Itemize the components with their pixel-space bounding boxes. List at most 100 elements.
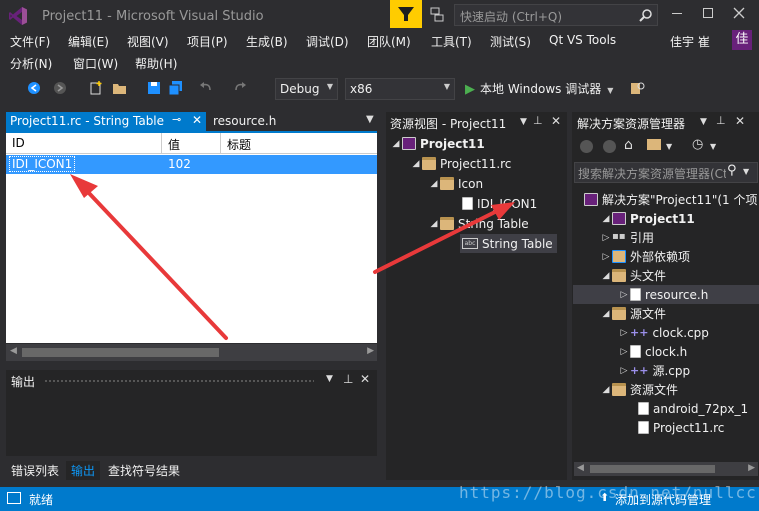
menu-test[interactable]: 测试(S) (490, 33, 531, 50)
expanded-icon[interactable]: ◢ (428, 219, 440, 229)
new-project-icon[interactable] (88, 80, 104, 96)
tab-string-table[interactable]: Project11.rc - String Table ⊸ ✕ (6, 112, 206, 131)
menu-qt-tools[interactable]: Qt VS Tools (549, 33, 616, 47)
quick-launch-input[interactable]: 快速启动 (Ctrl+Q) (454, 4, 658, 26)
expanded-icon[interactable]: ◢ (390, 139, 402, 149)
collapsed-icon[interactable]: ▷ (600, 252, 612, 262)
save-icon[interactable] (146, 80, 162, 96)
scroll-left-icon[interactable]: ◀ (577, 463, 584, 473)
collapsed-icon[interactable]: ▷ (600, 233, 612, 243)
source-control-icon[interactable]: ⬆ (600, 491, 609, 504)
cell-id[interactable]: IDI_ICON1 (9, 156, 76, 172)
se-item-solution[interactable]: 解决方案"Project11"(1 个项 (584, 190, 758, 209)
se-dropdown-icon[interactable]: ▼ (700, 117, 707, 127)
menu-help[interactable]: 帮助(H) (135, 55, 177, 72)
scroll-thumb[interactable] (22, 348, 219, 357)
horizontal-scrollbar[interactable]: ◀ ▶ (6, 344, 377, 361)
home-icon[interactable]: ⌂ (624, 137, 633, 153)
chevron-down-icon[interactable]: ▼ (743, 167, 749, 176)
find-icon[interactable] (630, 80, 646, 96)
rv-item-string-table[interactable]: abc String Table (460, 234, 557, 253)
maximize-button[interactable] (703, 8, 713, 18)
column-header-value[interactable]: 值 (162, 133, 221, 154)
se-item-references[interactable]: ▷ ▪▪ 引用 (600, 228, 654, 247)
expanded-icon[interactable]: ◢ (600, 271, 612, 281)
se-item-header-files[interactable]: ◢ 头文件 (600, 266, 666, 285)
tab-resource-h[interactable]: resource.h (213, 114, 276, 128)
se-item-source-files[interactable]: ◢ 源文件 (600, 304, 666, 323)
rv-item-idi-icon1[interactable]: IDI_ICON1 (462, 194, 537, 213)
rv-item-icon-folder[interactable]: ◢ Icon (428, 174, 484, 193)
expanded-icon[interactable]: ◢ (410, 159, 422, 169)
se-close-icon[interactable]: ✕ (735, 114, 745, 128)
close-window-button[interactable] (732, 6, 746, 20)
expanded-icon[interactable]: ◢ (600, 309, 612, 319)
pin-icon[interactable]: ⊸ (172, 113, 181, 126)
bottom-tab-output[interactable]: 输出 (66, 461, 101, 480)
se-horizontal-scrollbar[interactable]: ◀ ▶ (574, 462, 758, 476)
output-pin-icon[interactable]: ⊥ (343, 372, 353, 386)
open-file-icon[interactable] (112, 80, 128, 96)
rv-close-icon[interactable]: ✕ (551, 114, 561, 128)
menu-window[interactable]: 窗口(W) (73, 55, 118, 72)
se-search-input[interactable]: 搜索解决方案资源管理器(Ctrl+;) ⚲ ▼ (574, 162, 758, 183)
menu-tools[interactable]: 工具(T) (431, 33, 472, 50)
history-icon[interactable]: ◷ (692, 137, 703, 152)
expanded-icon[interactable]: ◢ (600, 214, 612, 224)
undo-icon[interactable] (198, 80, 214, 96)
expanded-icon[interactable]: ◢ (600, 385, 612, 395)
rv-item-rc[interactable]: ◢ Project11.rc (410, 154, 512, 173)
menu-view[interactable]: 视图(V) (127, 33, 169, 50)
se-item-source-cpp[interactable]: ▷ ++ 源.cpp (618, 361, 691, 380)
se-item-clock-h[interactable]: ▷ clock.h (618, 342, 688, 361)
cell-value[interactable]: 102 (168, 157, 191, 171)
se-dropdown2-icon[interactable]: ▼ (666, 142, 672, 151)
scroll-right-icon[interactable]: ▶ (748, 463, 755, 473)
sync-icon[interactable] (647, 139, 661, 150)
close-tab-icon[interactable]: ✕ (192, 113, 202, 127)
table-row[interactable]: IDI_ICON1 102 (6, 155, 377, 174)
se-item-resource-files[interactable]: ◢ 资源文件 (600, 380, 678, 399)
se-item-clock-cpp[interactable]: ▷ ++ clock.cpp (618, 323, 709, 342)
bottom-tab-error-list[interactable]: 错误列表 (11, 462, 59, 479)
collapsed-icon[interactable]: ▷ (618, 328, 630, 338)
menu-file[interactable]: 文件(F) (10, 33, 50, 50)
se-back-icon[interactable] (580, 140, 593, 153)
user-name[interactable]: 佳宇 崔 (670, 33, 710, 50)
menu-edit[interactable]: 编辑(E) (68, 33, 109, 50)
collapsed-icon[interactable]: ▷ (618, 347, 630, 357)
menu-team[interactable]: 团队(M) (367, 33, 411, 50)
expanded-icon[interactable]: ◢ (428, 179, 440, 189)
menu-debug[interactable]: 调试(D) (306, 33, 349, 50)
output-close-icon[interactable]: ✕ (360, 372, 370, 386)
platform-select[interactable]: x86 ▼ (345, 78, 455, 100)
collapsed-icon[interactable]: ▷ (618, 290, 630, 300)
se-item-android-icon[interactable]: android_72px_1 (638, 399, 748, 418)
rv-dropdown-icon[interactable]: ▼ (520, 117, 527, 127)
menu-project[interactable]: 项目(P) (187, 33, 228, 50)
minimize-button[interactable] (672, 13, 682, 14)
search-icon[interactable]: ⚲ (727, 163, 737, 178)
user-avatar[interactable]: 佳 (732, 30, 752, 50)
collapsed-icon[interactable]: ▷ (618, 366, 630, 376)
feedback-icon[interactable] (428, 6, 446, 24)
menu-build[interactable]: 生成(B) (246, 33, 288, 50)
column-header-caption[interactable]: 标题 (221, 133, 377, 154)
rv-item-project[interactable]: ◢ Project11 (390, 134, 485, 153)
scroll-right-icon[interactable]: ▶ (367, 346, 374, 356)
output-dropdown-icon[interactable]: ▼ (326, 374, 333, 384)
start-debugging-button[interactable]: ▶ 本地 Windows 调试器 ▼ (465, 80, 613, 97)
se-item-project-rc[interactable]: Project11.rc (638, 418, 724, 437)
filter-button[interactable] (390, 0, 422, 28)
source-control-button[interactable]: 添加到源代码管理 (615, 491, 711, 508)
rv-item-string-table-folder[interactable]: ◢ String Table (428, 214, 529, 233)
se-forward-icon[interactable] (603, 140, 616, 153)
rv-pin-icon[interactable]: ⊥ (533, 114, 543, 127)
forward-icon[interactable] (52, 80, 68, 96)
column-header-id[interactable]: ID (6, 133, 162, 154)
se-item-project[interactable]: ◢ Project11 (600, 209, 695, 228)
se-item-external-deps[interactable]: ▷ 外部依赖项 (600, 247, 690, 266)
bottom-tab-find-symbol[interactable]: 查找符号结果 (108, 462, 180, 479)
config-select[interactable]: Debug ▼ (275, 78, 338, 100)
se-item-resource-h[interactable]: ▷ resource.h (618, 285, 709, 304)
